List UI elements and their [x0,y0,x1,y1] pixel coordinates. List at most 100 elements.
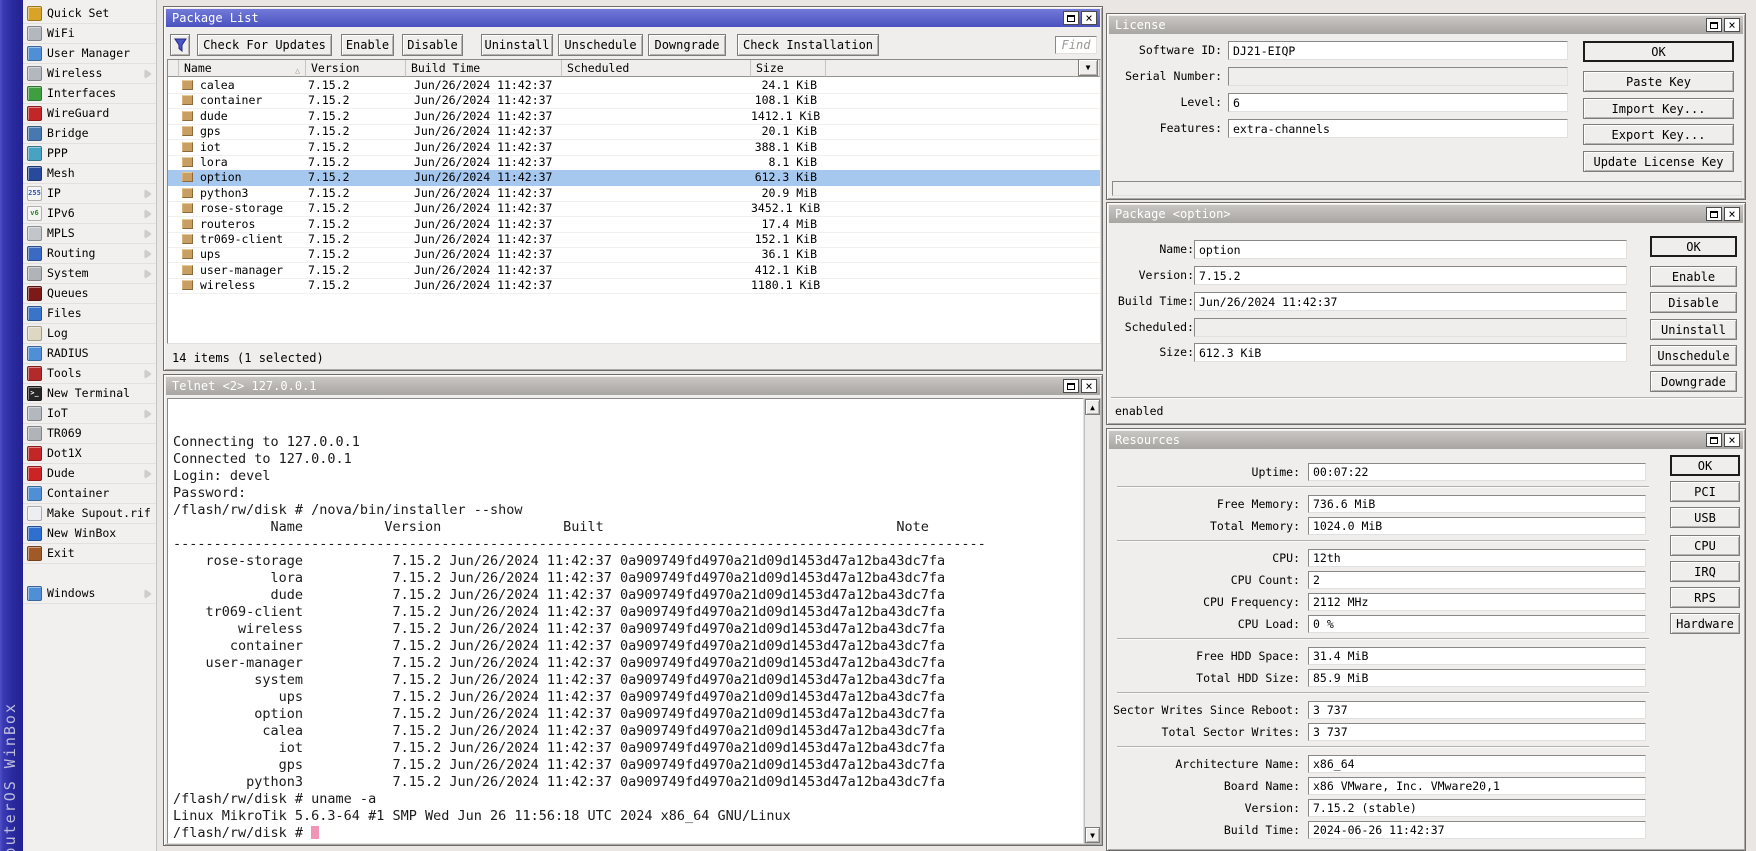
resources-field-total-memory-[interactable]: 1024.0 MiB [1308,517,1646,535]
sidebar-item-ip[interactable]: 255IP [23,184,156,204]
table-row[interactable]: ups7.15.2Jun/26/2024 11:42:3736.1 KiB [168,247,1100,263]
sidebar-item-tr069[interactable]: TR069 [23,424,156,444]
column-header-scheduled[interactable]: Scheduled [562,60,751,77]
package-disable-button[interactable]: Disable [1650,292,1737,313]
sidebar-item-mesh[interactable]: Mesh [23,164,156,184]
sidebar-item-new-terminal[interactable]: >_New Terminal [23,384,156,404]
table-row[interactable]: python37.15.2Jun/26/2024 11:42:3720.9 Mi… [168,186,1100,202]
close-icon[interactable]: × [1724,433,1740,447]
column-header-name[interactable]: Name△ [179,60,306,77]
sidebar-item-interfaces[interactable]: Interfaces [23,84,156,104]
sidebar-item-container[interactable]: Container [23,484,156,504]
telnet-titlebar[interactable]: Telnet <2> 127.0.0.1 × [166,377,1100,395]
sidebar-item-system[interactable]: System [23,264,156,284]
sidebar-item-quick-set[interactable]: Quick Set [23,4,156,24]
maximize-icon[interactable] [1063,379,1079,393]
maximize-icon[interactable] [1706,18,1722,32]
sidebar-item-wireless[interactable]: Wireless [23,64,156,84]
resources-field-sector-writes-since-reboot-[interactable]: 3 737 [1308,701,1646,719]
sidebar-item-log[interactable]: Log [23,324,156,344]
resources-field-free-hdd-space-[interactable]: 31.4 MiB [1308,647,1646,665]
close-icon[interactable]: × [1081,379,1097,393]
column-header-blank[interactable] [826,60,1100,77]
close-icon[interactable]: × [1081,11,1097,25]
sidebar-item-ppp[interactable]: PPP [23,144,156,164]
toolbar-button-downgrade[interactable]: Downgrade [648,34,726,56]
toolbar-button-unschedule[interactable]: Unschedule [558,34,643,56]
maximize-icon[interactable] [1706,433,1722,447]
column-header-blank[interactable] [168,60,179,77]
column-header-size[interactable]: Size [751,60,826,77]
sidebar-item-windows[interactable]: Windows [23,584,156,604]
license-update-license-key-button[interactable]: Update License Key [1583,151,1734,172]
table-row[interactable]: gps7.15.2Jun/26/2024 11:42:3720.1 KiB [168,124,1100,140]
maximize-icon[interactable] [1063,11,1079,25]
package-uninstall-button[interactable]: Uninstall [1650,319,1737,340]
resources-rps-button[interactable]: RPS [1670,587,1740,608]
resources-titlebar[interactable]: Resources × [1109,431,1743,449]
sidebar-item-tools[interactable]: Tools [23,364,156,384]
resources-pci-button[interactable]: PCI [1670,481,1740,502]
resources-field-architecture-name-[interactable]: x86_64 [1308,755,1646,773]
package-unschedule-button[interactable]: Unschedule [1650,345,1737,366]
package-downgrade-button[interactable]: Downgrade [1650,371,1737,392]
column-select-dropdown[interactable]: ▼ [1078,59,1098,76]
table-row[interactable]: tr069-client7.15.2Jun/26/2024 11:42:3715… [168,232,1100,248]
sidebar-item-wireguard[interactable]: WireGuard [23,104,156,124]
resources-field-total-sector-writes-[interactable]: 3 737 [1308,723,1646,741]
sidebar-item-wifi[interactable]: WiFi [23,24,156,44]
toolbar-button-check-installation[interactable]: Check Installation [737,34,879,56]
license-export-key--button[interactable]: Export Key... [1583,124,1734,145]
sidebar-item-bridge[interactable]: Bridge [23,124,156,144]
resources-hardware-button[interactable]: Hardware [1670,613,1740,634]
scroll-down-icon[interactable]: ▼ [1085,827,1100,843]
package-enable-button[interactable]: Enable [1650,266,1737,287]
resources-field-cpu-frequency-[interactable]: 2112 MHz [1308,593,1646,611]
package-field-build-time-[interactable]: Jun/26/2024 11:42:37 [1194,292,1627,311]
table-row[interactable]: container7.15.2Jun/26/2024 11:42:37108.1… [168,93,1100,109]
package-field-size-[interactable]: 612.3 KiB [1194,343,1627,362]
sidebar-item-dude[interactable]: Dude [23,464,156,484]
table-row[interactable]: calea7.15.2Jun/26/2024 11:42:3724.1 KiB [168,78,1100,94]
sidebar-item-ipv6[interactable]: v6IPv6 [23,204,156,224]
license-paste-key-button[interactable]: Paste Key [1583,71,1734,92]
terminal-area[interactable]: Connecting to 127.0.0.1 Connected to 127… [167,398,1084,844]
table-row[interactable]: lora7.15.2Jun/26/2024 11:42:378.1 KiB [168,155,1100,171]
resources-field-cpu-count-[interactable]: 2 [1308,571,1646,589]
sidebar-item-routing[interactable]: Routing [23,244,156,264]
sidebar-item-make-supout-rif[interactable]: Make Supout.rif [23,504,156,524]
resources-field-total-hdd-size-[interactable]: 85.9 MiB [1308,669,1646,687]
license-field-serial-number-[interactable] [1228,67,1568,86]
license-field-software-id-[interactable]: DJ21-EIQP [1228,41,1568,60]
package-field-version-[interactable]: 7.15.2 [1194,266,1627,285]
sidebar-item-files[interactable]: Files [23,304,156,324]
resources-usb-button[interactable]: USB [1670,507,1740,528]
column-header-version[interactable]: Version [306,60,406,77]
toolbar-button-disable[interactable]: Disable [402,34,463,56]
resources-cpu-button[interactable]: CPU [1670,535,1740,556]
find-input[interactable] [1055,36,1097,54]
sidebar-item-dot1x[interactable]: Dot1X [23,444,156,464]
package-option-titlebar[interactable]: Package <option> × [1109,205,1743,223]
license-ok-button[interactable]: OK [1583,41,1734,62]
sidebar-item-mpls[interactable]: MPLS [23,224,156,244]
resources-field-build-time-[interactable]: 2024-06-26 11:42:37 [1308,821,1646,839]
resources-field-uptime-[interactable]: 00:07:22 [1308,463,1646,481]
table-row[interactable]: dude7.15.2Jun/26/2024 11:42:371412.1 KiB [168,109,1100,125]
sidebar-item-iot[interactable]: IoT [23,404,156,424]
license-titlebar[interactable]: License × [1109,16,1743,34]
table-row[interactable]: iot7.15.2Jun/26/2024 11:42:37388.1 KiB [168,140,1100,156]
sidebar-item-exit[interactable]: Exit [23,544,156,564]
table-row[interactable]: routeros7.15.2Jun/26/2024 11:42:3717.4 M… [168,217,1100,233]
close-icon[interactable]: × [1724,18,1740,32]
terminal-scrollbar[interactable]: ▲ ▼ [1084,398,1101,844]
close-icon[interactable]: × [1724,207,1740,221]
resources-field-free-memory-[interactable]: 736.6 MiB [1308,495,1646,513]
license-field-level-[interactable]: 6 [1228,93,1568,112]
filter-button[interactable] [170,34,190,56]
package-ok-button[interactable]: OK [1650,236,1737,257]
resources-field-board-name-[interactable]: x86 VMware, Inc. VMware20,1 [1308,777,1646,795]
sidebar-item-new-winbox[interactable]: New WinBox [23,524,156,544]
table-row[interactable]: wireless7.15.2Jun/26/2024 11:42:371180.1… [168,278,1100,294]
table-row[interactable]: user-manager7.15.2Jun/26/2024 11:42:3741… [168,263,1100,279]
